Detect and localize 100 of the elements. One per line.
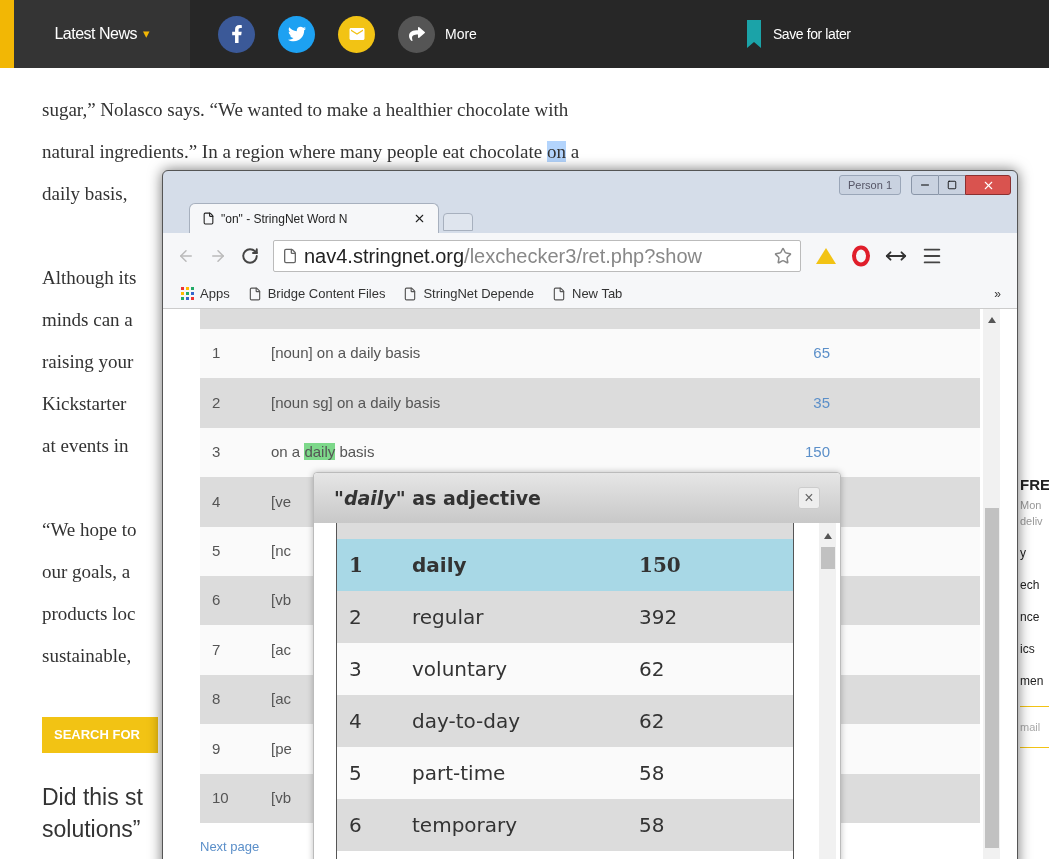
row-number: 5 — [211, 541, 222, 561]
word-row[interactable]: 4 day-to-day 62 — [337, 695, 793, 747]
word-text: day-to-day — [412, 708, 522, 735]
word-row[interactable]: 3 voluntary 62 — [337, 643, 793, 695]
apps-grid-icon — [181, 287, 194, 300]
scroll-thumb[interactable] — [984, 508, 999, 848]
article-line: products loc — [42, 602, 136, 626]
article-line: raising your — [42, 350, 134, 374]
phrase-text: on a daily basis — [271, 442, 375, 463]
bookmark-item[interactable]: StringNet Depende — [403, 283, 534, 304]
count-text: 58 — [639, 812, 665, 839]
row-number: 8 — [211, 689, 222, 710]
result-row[interactable]: 2 [noun sg] on a daily basis 35 — [200, 378, 980, 428]
bookmark-item[interactable]: New Tab — [552, 283, 623, 304]
count-text: 58 — [639, 760, 665, 787]
envelope-icon — [347, 25, 366, 43]
bookmarks-overflow-button[interactable]: » — [994, 284, 1001, 303]
address-bar[interactable]: nav4.stringnet.org/lexchecker3/ret.php?show — [273, 240, 801, 272]
row-number: 1 — [211, 343, 222, 364]
article-line: Kickstarter — [42, 392, 127, 416]
sidebar-text[interactable]: nce — [1020, 607, 1049, 626]
row-number: 9 — [211, 738, 222, 759]
phrase-text: [ac — [271, 639, 291, 660]
prompt-line: solutions” — [42, 814, 141, 844]
social-share-button[interactable] — [338, 15, 375, 53]
maximize-button[interactable] — [939, 175, 965, 195]
row-number: 6 — [211, 590, 222, 611]
word-row[interactable]: 6 temporary 58 — [337, 799, 793, 851]
sidebar-heading: FRE — [1020, 475, 1049, 495]
row-number: 3 — [211, 442, 222, 463]
page-icon — [403, 286, 418, 301]
article-line: daily basis, — [42, 182, 128, 206]
sidebar-text[interactable]: y — [1020, 543, 1049, 562]
bird-icon — [287, 25, 306, 43]
article-line: minds can a — [42, 308, 133, 332]
close-button[interactable] — [965, 175, 1011, 195]
ring-icon[interactable] — [851, 245, 871, 267]
word-row[interactable]: 5 part-time 58 — [337, 747, 793, 799]
bookmark-item[interactable]: Apps — [181, 283, 230, 304]
save-for-later-button[interactable]: Save for later — [746, 20, 851, 48]
popup-title: "daily" as adjective — [334, 485, 541, 511]
word-text: voluntary — [412, 656, 509, 683]
close-icon[interactable] — [413, 212, 426, 225]
more-label[interactable]: More — [445, 23, 477, 45]
page-icon — [247, 286, 262, 301]
sidebar-text: Mon — [1020, 497, 1043, 513]
scrollbar[interactable] — [819, 523, 836, 859]
share-button[interactable] — [398, 15, 435, 53]
scroll-up-icon[interactable] — [987, 317, 996, 323]
phrase-text: [pe — [271, 738, 292, 759]
word-row[interactable]: 1 daily 150 — [337, 539, 793, 591]
bookmark-item[interactable]: Bridge Content Files — [247, 283, 386, 304]
article-line: natural ingredients.” In a region where many people eat chocolate on a — [42, 140, 580, 164]
rank-number: 1 — [348, 552, 364, 579]
row-number: 2 — [211, 392, 222, 413]
reload-icon[interactable] — [241, 247, 259, 265]
scroll-thumb[interactable] — [820, 547, 835, 569]
row-number: 4 — [211, 491, 222, 512]
social-share-button[interactable] — [278, 15, 315, 53]
bookmark-star-icon[interactable] — [774, 247, 792, 265]
close-button[interactable]: × — [798, 487, 820, 509]
social-share-button[interactable] — [218, 15, 255, 53]
count-text: 62 — [639, 656, 665, 683]
sidebar-text[interactable]: men — [1020, 671, 1049, 690]
article-line: sugar,” Nolasco says. “We wanted to make a healthier chocolate with — [42, 98, 569, 122]
article-line: at events in — [42, 434, 129, 458]
word-text: daily — [412, 552, 468, 579]
word-row[interactable]: 2 regular 392 — [337, 591, 793, 643]
maximize-icon — [947, 180, 957, 190]
latest-news-menu[interactable]: Latest News ▾ — [14, 0, 190, 68]
article-line: sustainable, — [42, 644, 132, 668]
browser-tab[interactable]: "on" - StringNet Word N — [189, 203, 439, 233]
word-text: temporary — [412, 812, 519, 839]
word-text: part-time — [412, 760, 507, 787]
rank-number: 6 — [348, 812, 363, 839]
page-icon — [282, 248, 298, 264]
minimize-button[interactable] — [911, 175, 939, 195]
scrollbar[interactable] — [983, 309, 1000, 859]
result-row[interactable]: 1 [noun] on a daily basis 65 — [200, 329, 980, 379]
row-number: 10 — [211, 787, 230, 808]
count-text: 62 — [639, 708, 665, 735]
phrase-text: [noun sg] on a daily basis — [271, 392, 441, 413]
sidebar-text[interactable]: ics — [1020, 639, 1049, 658]
row-number: 7 — [211, 639, 222, 660]
sidebar-text[interactable]: ech — [1020, 575, 1049, 594]
phrase-text: [noun] on a daily basis — [271, 343, 421, 364]
rank-number: 2 — [348, 604, 363, 631]
phrase-text: [nc — [271, 541, 291, 561]
scroll-up-icon[interactable] — [823, 533, 832, 539]
page-icon — [202, 212, 215, 225]
phrase-text: [vb — [271, 590, 291, 611]
count-text: 150 — [639, 552, 681, 579]
result-row[interactable]: 3 on a daily basis 150 — [200, 427, 980, 478]
profile-button[interactable]: Person 1 — [838, 175, 901, 195]
next-page-link[interactable]: Next page — [200, 836, 260, 857]
page-icon — [552, 286, 566, 301]
prompt-line: Did this st — [42, 782, 143, 812]
sidebar-text: deliv — [1020, 514, 1044, 529]
article-line: our goals, a — [42, 560, 131, 584]
article-line: “We hope to — [42, 518, 137, 542]
